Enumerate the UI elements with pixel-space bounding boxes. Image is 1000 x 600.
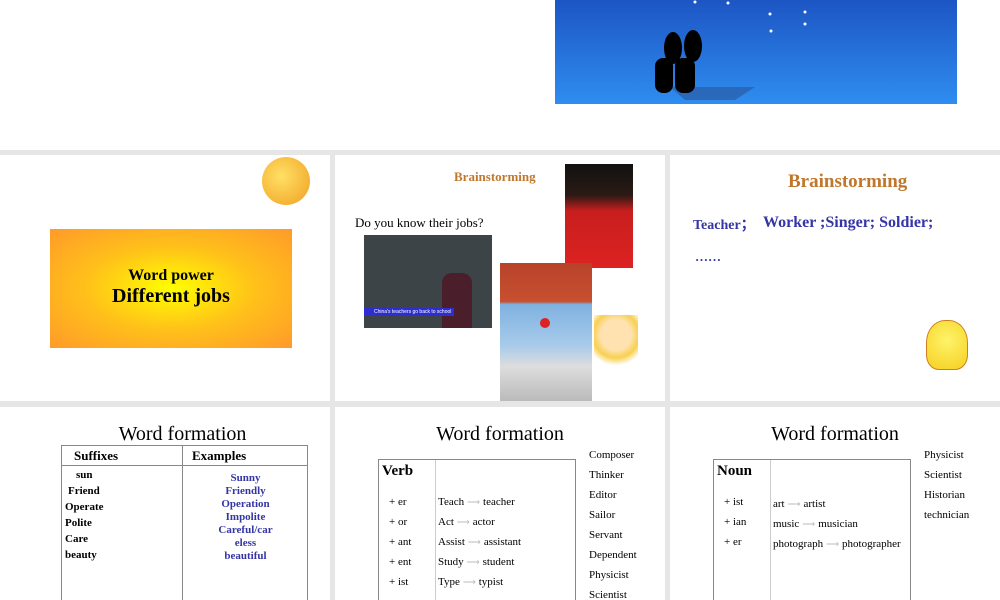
slide-title: Word formation [771,423,899,445]
slide-title: Word formation [436,423,564,445]
verb: Teach [438,496,465,508]
answer-rest: Worker ;Singer; Soldier; [763,214,934,231]
noun-pair: photograph ⟶ photographer [773,534,901,554]
arrow-icon: ⟶ [802,519,816,529]
base: art [773,498,785,510]
side-word: Dependent [589,549,637,561]
suffix: + ant [389,536,412,548]
verb-pair: Teach ⟶ teacher [438,492,521,512]
header-suffixes: Suffixes [74,448,119,463]
cartoon-girl-icon [594,315,638,381]
singer-photo [565,164,633,268]
worker-photo [500,263,592,401]
verb-pair: Act ⟶ actor [438,512,521,532]
noun-pair: music ⟶ musician [773,514,901,534]
word: Friend [68,485,100,497]
word: sun [76,469,93,481]
derived: musician [818,518,858,530]
noun: student [482,556,515,568]
slide-word-power[interactable]: Word power Different jobs [0,155,330,401]
arrow-icon: ⟶ [467,497,481,507]
noun: actor [472,516,495,528]
example: Friendly [225,485,266,497]
arrow-icon: ⟶ [462,577,476,587]
verb-label: Verb [382,463,414,479]
question: Do you know their jobs? [355,215,484,230]
word: Care [65,533,89,545]
noun: assistant [483,536,522,548]
suffix-table: Suffixes Examples sun Friend Operate Pol… [61,445,308,600]
side-word: technician [924,509,970,521]
verb: Study [438,556,464,568]
example: Sunny [230,472,261,484]
suffix: + ent [389,556,412,568]
slide-noun[interactable]: Word formation Noun + ist + ian + er art… [670,407,1000,600]
side-word: Historian [924,489,965,501]
couple-stars-image [555,0,957,104]
verb: Type [438,576,460,588]
noun: typist [478,576,504,588]
arrow-icon: ⟶ [456,517,470,527]
arrow-icon: ⟶ [467,537,481,547]
side-word: Physicist [924,449,964,461]
arrow-icon: ⟶ [826,539,840,549]
heading: Brainstorming [788,171,908,192]
title-line-2: Different jobs [112,285,230,307]
noun-pair: art ⟶ artist [773,494,901,514]
side-word: Thinker [589,469,624,481]
photo-caption: China's teachers go back to school [364,308,454,316]
example: Operation [221,498,270,510]
slide-brainstorm-answers[interactable]: Brainstorming Teacher； Worker ;Singer; S… [670,155,1000,401]
side-word: Sailor [589,509,616,521]
emoji-mirror-icon [262,157,310,205]
derived: photographer [842,538,901,550]
example: beautiful [224,550,267,562]
slide-brainstorm-photos[interactable]: Brainstorming Do you know their jobs? Ch… [335,155,665,401]
side-word: Scientist [589,589,627,600]
verb-pair: Assist ⟶ assistant [438,532,521,552]
suffix: + er [724,536,742,548]
heading: Brainstorming [454,169,536,184]
example: Careful/car [218,524,273,536]
side-word: Composer [589,449,635,461]
example: Impolite [225,511,266,523]
slide-title: Word formation [118,423,247,445]
answer-first: Teacher； [693,218,755,233]
verb: Act [438,516,454,528]
suffix: + or [389,516,408,528]
suffix: + ist [389,576,409,588]
side-word: Scientist [924,469,962,481]
ellipsis: …… [695,249,721,264]
word: beauty [65,549,97,561]
base: music [773,518,800,530]
verb-pair: Study ⟶ student [438,552,521,572]
word: Polite [65,517,92,529]
side-word: Servant [589,529,623,541]
title-box: Word power Different jobs [50,229,292,348]
noun-label: Noun [717,463,753,479]
arrow-icon: ⟶ [466,557,480,567]
slide-suffixes[interactable]: Word formation Suffixes Examples sun Fri… [0,407,330,600]
suffix: + er [389,496,407,508]
side-word: Editor [589,489,617,501]
suffix: + ist [724,496,744,508]
derived: artist [803,498,826,510]
verb-pair: Type ⟶ typist [438,572,521,592]
word: Operate [65,501,104,513]
side-word: Physicist [589,569,629,581]
slide-verb[interactable]: Word formation Verb + er + or + ant + en… [335,407,665,600]
noun: teacher [483,496,515,508]
verb: Assist [438,536,465,548]
slide-top[interactable] [0,0,1000,150]
couple-silhouette-icon [655,0,807,100]
title-line-1: Word power [128,267,214,284]
teacher-photo: China's teachers go back to school [364,235,492,328]
arrow-icon: ⟶ [787,499,801,509]
base: photograph [773,538,824,550]
duck-icon [926,320,968,370]
suffix: + ian [724,516,747,528]
header-examples: Examples [192,448,247,463]
example: eless [234,537,257,549]
